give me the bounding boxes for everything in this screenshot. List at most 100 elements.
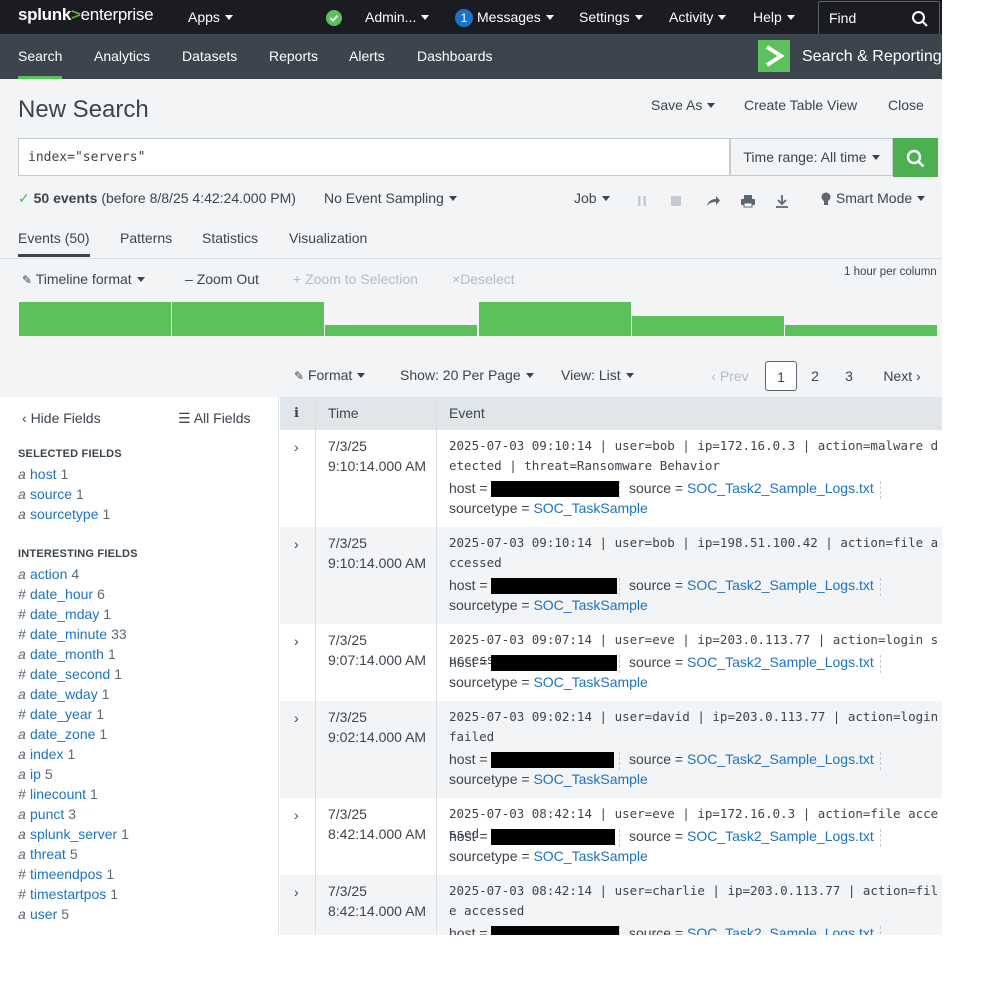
field-item[interactable]: # linecount 1 [18, 786, 98, 802]
page-2-button[interactable]: 2 [800, 361, 830, 391]
event-time[interactable]: 7/3/25 8:42:14.000 AM [328, 804, 426, 844]
pause-icon[interactable] [634, 193, 650, 209]
expand-row-icon[interactable]: › [294, 536, 299, 552]
hide-fields-button[interactable]: ‹ Hide Fields [22, 410, 101, 426]
page-1-button[interactable]: 1 [765, 361, 797, 391]
export-icon[interactable] [774, 193, 790, 209]
next-page-button[interactable]: Next › [876, 361, 928, 391]
event-host-field[interactable]: host = [449, 751, 615, 769]
column-time-header[interactable]: Time [328, 397, 359, 430]
tab-visualization[interactable]: Visualization [289, 230, 367, 246]
close-button[interactable]: Close [888, 97, 924, 113]
event-time[interactable]: 7/3/25 8:42:14.000 AM [328, 881, 426, 921]
tab-analytics[interactable]: Analytics [94, 34, 150, 79]
zoom-out-button[interactable]: – Zoom Out [185, 271, 259, 287]
format-menu[interactable]: ✎ Format [294, 367, 366, 383]
event-sourcetype-field[interactable]: sourcetype = SOC_TaskSample [449, 771, 648, 787]
run-search-button[interactable] [893, 138, 938, 177]
tab-alerts[interactable]: Alerts [349, 34, 385, 79]
event-sourcetype-field[interactable]: sourcetype = SOC_TaskSample [449, 674, 648, 690]
field-item[interactable]: a ip 5 [18, 766, 53, 782]
expand-row-icon[interactable]: › [294, 633, 299, 649]
tab-dashboards[interactable]: Dashboards [417, 34, 493, 79]
field-item[interactable]: # date_hour 6 [18, 586, 105, 602]
event-time[interactable]: 7/3/25 9:07:14.000 AM [328, 630, 426, 670]
field-item[interactable]: a date_month 1 [18, 646, 116, 662]
messages-menu[interactable]: 1 Messages [455, 0, 554, 34]
expand-row-icon[interactable]: › [294, 439, 299, 455]
event-source-field[interactable]: source = SOC_Task2_Sample_Logs.txt [629, 828, 874, 844]
tab-events[interactable]: Events (50) [18, 230, 90, 246]
help-menu[interactable]: Help [753, 0, 795, 34]
event-source-field[interactable]: source = SOC_Task2_Sample_Logs.txt [629, 925, 874, 935]
event-sourcetype-field[interactable]: sourcetype = SOC_TaskSample [449, 500, 648, 516]
expand-row-icon[interactable]: › [294, 884, 299, 900]
field-item[interactable]: # date_year 1 [18, 706, 104, 722]
field-item[interactable]: # timestartpos 1 [18, 886, 118, 902]
field-item[interactable]: a splunk_server 1 [18, 826, 129, 842]
field-item[interactable]: # date_mday 1 [18, 606, 111, 622]
settings-menu[interactable]: Settings [579, 0, 643, 34]
event-host-field[interactable]: host = [449, 925, 620, 935]
page-3-button[interactable]: 3 [834, 361, 864, 391]
field-item[interactable]: # date_minute 33 [18, 626, 127, 642]
event-source-field[interactable]: source = SOC_Task2_Sample_Logs.txt [629, 751, 874, 767]
event-sampling-menu[interactable]: No Event Sampling [324, 190, 457, 206]
expand-row-icon[interactable]: › [294, 710, 299, 726]
field-item[interactable]: a punct 3 [18, 806, 76, 822]
timeline-bar[interactable] [325, 325, 477, 336]
event-sourcetype-field[interactable]: sourcetype = SOC_TaskSample [449, 848, 648, 864]
search-query-input[interactable]: index="servers" [18, 138, 730, 176]
all-fields-button[interactable]: ☰ All Fields [178, 410, 250, 427]
splunk-logo[interactable]: splunk>enterprise [18, 5, 154, 25]
per-page-menu[interactable]: Show: 20 Per Page [400, 367, 534, 383]
find-input[interactable]: Find [818, 1, 940, 35]
event-sourcetype-field[interactable]: sourcetype = SOC_TaskSample [449, 597, 648, 613]
tab-patterns[interactable]: Patterns [120, 230, 172, 246]
event-time[interactable]: 7/3/25 9:10:14.000 AM [328, 436, 426, 476]
tab-datasets[interactable]: Datasets [182, 34, 237, 79]
event-host-field[interactable]: host = [449, 480, 620, 498]
field-item[interactable]: a threat 5 [18, 846, 78, 862]
search-mode-menu[interactable]: Smart Mode [820, 190, 926, 206]
field-item[interactable]: a source 1 [18, 486, 84, 502]
field-item[interactable]: a action 4 [18, 566, 79, 582]
field-item[interactable]: a date_zone 1 [18, 726, 107, 742]
stop-icon[interactable] [668, 193, 684, 209]
health-status-icon[interactable] [326, 0, 342, 34]
field-item[interactable]: a sourcetype 1 [18, 506, 110, 522]
timeline-bar[interactable] [19, 302, 171, 336]
event-host-field[interactable]: host = [449, 654, 618, 672]
field-item[interactable]: a index 1 [18, 746, 75, 762]
event-time[interactable]: 7/3/25 9:02:14.000 AM [328, 707, 426, 747]
field-item[interactable]: a host 1 [18, 466, 68, 482]
event-source-field[interactable]: source = SOC_Task2_Sample_Logs.txt [629, 480, 874, 496]
field-item[interactable]: # timeendpos 1 [18, 866, 114, 882]
timeline-bar[interactable] [632, 316, 784, 336]
search-icon[interactable] [911, 10, 929, 28]
event-host-field[interactable]: host = [449, 577, 618, 595]
tab-search[interactable]: Search [18, 34, 63, 79]
timeline-bar[interactable] [172, 302, 324, 336]
apps-menu[interactable]: Apps [188, 0, 233, 34]
field-item[interactable]: a date_wday 1 [18, 686, 110, 702]
expand-row-icon[interactable]: › [294, 807, 299, 823]
prev-page-button[interactable]: ‹ Prev [705, 361, 755, 391]
job-menu[interactable]: Job [574, 190, 610, 206]
zoom-to-selection-button[interactable]: + Zoom to Selection [293, 271, 418, 287]
tab-statistics[interactable]: Statistics [202, 230, 258, 246]
event-time[interactable]: 7/3/25 9:10:14.000 AM [328, 533, 426, 573]
time-range-picker[interactable]: Time range: All time [730, 138, 893, 176]
timeline-bar[interactable] [479, 302, 631, 336]
share-icon[interactable] [705, 193, 721, 209]
admin-menu[interactable]: Admin... [365, 0, 430, 34]
field-item[interactable]: a user 5 [18, 906, 69, 922]
create-table-view-button[interactable]: Create Table View [744, 97, 857, 113]
timeline-format-menu[interactable]: ✎ Timeline format [22, 271, 145, 287]
tab-reports[interactable]: Reports [269, 34, 318, 79]
field-item[interactable]: # date_second 1 [18, 666, 122, 682]
event-host-field[interactable]: host = [449, 828, 616, 846]
activity-menu[interactable]: Activity [669, 0, 727, 34]
print-icon[interactable] [740, 193, 756, 209]
view-menu[interactable]: View: List [561, 367, 634, 383]
